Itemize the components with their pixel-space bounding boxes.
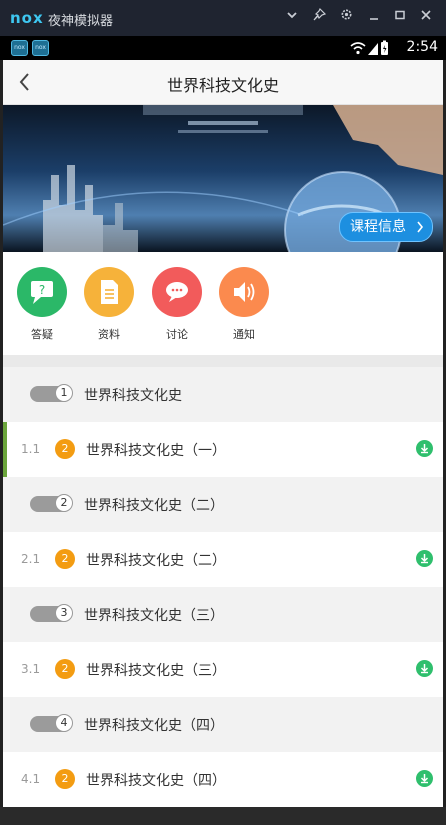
lesson-number: 2.1 (21, 552, 41, 566)
clock: 2:54 (406, 39, 438, 55)
materials-action[interactable]: 资料 (84, 267, 134, 342)
download-icon[interactable] (416, 770, 433, 787)
chapter-title: 世界科技文化史（四） (84, 718, 224, 734)
minimize-icon[interactable] (364, 8, 384, 28)
gear-icon[interactable] (336, 8, 356, 28)
notification-app-icon: nox (11, 40, 28, 56)
lesson-title: 世界科技文化史（二） (86, 553, 226, 569)
active-lesson-marker (3, 422, 7, 477)
discussion-icon (152, 267, 202, 317)
lesson-badge: 2 (55, 439, 75, 459)
wifi-icon (350, 42, 366, 55)
chapter-toggle[interactable]: 4 (30, 714, 73, 732)
lesson-row[interactable]: 4.1 2 世界科技文化史（四） (3, 752, 443, 807)
lesson-title: 世界科技文化史（一） (86, 443, 226, 459)
chapter-number: 2 (55, 494, 73, 512)
qa-icon: ? (17, 267, 67, 317)
status-icons (350, 40, 390, 56)
notice-action[interactable]: 通知 (219, 267, 269, 342)
chapter-row[interactable]: 3 世界科技文化史（三） (3, 587, 443, 642)
chapter-row[interactable]: 2 世界科技文化史（二） (3, 477, 443, 532)
lesson-badge: 2 (55, 549, 75, 569)
app-header: 世界科技文化史 (3, 60, 443, 105)
chapter-toggle[interactable]: 3 (30, 604, 73, 622)
lesson-row[interactable]: 3.1 2 世界科技文化史（三） (3, 642, 443, 697)
chevron-down-icon[interactable] (282, 8, 302, 28)
lesson-title: 世界科技文化史（四） (86, 773, 226, 789)
section-divider (3, 355, 443, 367)
qa-label: 答疑 (31, 328, 53, 341)
svg-text:?: ? (39, 283, 45, 297)
chapter-toggle[interactable]: 2 (30, 494, 73, 512)
status-bar: nox nox 2:54 (0, 36, 446, 60)
nox-logo: nox (10, 9, 44, 27)
speaker-icon (219, 267, 269, 317)
download-icon[interactable] (416, 550, 433, 567)
chapter-title: 世界科技文化史（三） (84, 608, 224, 624)
emulator-bottom-edge (0, 807, 446, 825)
chapter-row[interactable]: 1 世界科技文化史 (3, 367, 443, 422)
chapter-number: 4 (55, 714, 73, 732)
document-icon (84, 267, 134, 317)
chapter-title: 世界科技文化史（二） (84, 498, 224, 514)
chapter-row[interactable]: 4 世界科技文化史（四） (3, 697, 443, 752)
course-info-button[interactable]: 课程信息 (339, 212, 433, 242)
close-icon[interactable] (416, 8, 436, 28)
lesson-badge: 2 (55, 769, 75, 789)
course-banner-image[interactable]: 课程信息 (3, 105, 443, 252)
maximize-icon[interactable] (390, 8, 410, 28)
chevron-right-icon (416, 213, 424, 251)
course-info-label: 课程信息 (350, 219, 406, 235)
app-screen: 世界科技文化史 课程信息 ? 答疑 资料 讨论 通知 1 世界科技文化史 1.1… (3, 60, 443, 825)
notice-label: 通知 (233, 328, 255, 341)
lesson-number: 3.1 (21, 662, 41, 676)
lesson-number: 1.1 (21, 442, 41, 456)
lesson-badge: 2 (55, 659, 75, 679)
discussion-label: 讨论 (166, 328, 188, 341)
quick-actions: ? 答疑 资料 讨论 通知 (3, 252, 443, 355)
page-title: 世界科技文化史 (166, 76, 279, 95)
lesson-title: 世界科技文化史（三） (86, 663, 226, 679)
pin-icon[interactable] (309, 7, 329, 28)
chapter-toggle[interactable]: 1 (30, 384, 73, 402)
signal-icon (368, 43, 378, 55)
chapter-title: 世界科技文化史 (84, 388, 182, 404)
emulator-title: 夜神模拟器 (48, 14, 114, 29)
course-outline: 1 世界科技文化史 1.1 2 世界科技文化史（一） 2 世界科技文化史（二） … (3, 367, 443, 825)
discussion-action[interactable]: 讨论 (152, 267, 202, 342)
notification-app-icon: nox (32, 40, 49, 56)
qa-action[interactable]: ? 答疑 (17, 267, 67, 342)
download-icon[interactable] (416, 440, 433, 457)
lesson-number: 4.1 (21, 772, 41, 786)
chapter-number: 3 (55, 604, 73, 622)
lesson-row[interactable]: 1.1 2 世界科技文化史（一） (3, 422, 443, 477)
materials-label: 资料 (98, 328, 120, 341)
chapter-number: 1 (55, 384, 73, 402)
lesson-row[interactable]: 2.1 2 世界科技文化史（二） (3, 532, 443, 587)
download-icon[interactable] (416, 660, 433, 677)
emulator-titlebar: nox 夜神模拟器 (0, 0, 446, 36)
battery-icon (381, 40, 388, 55)
